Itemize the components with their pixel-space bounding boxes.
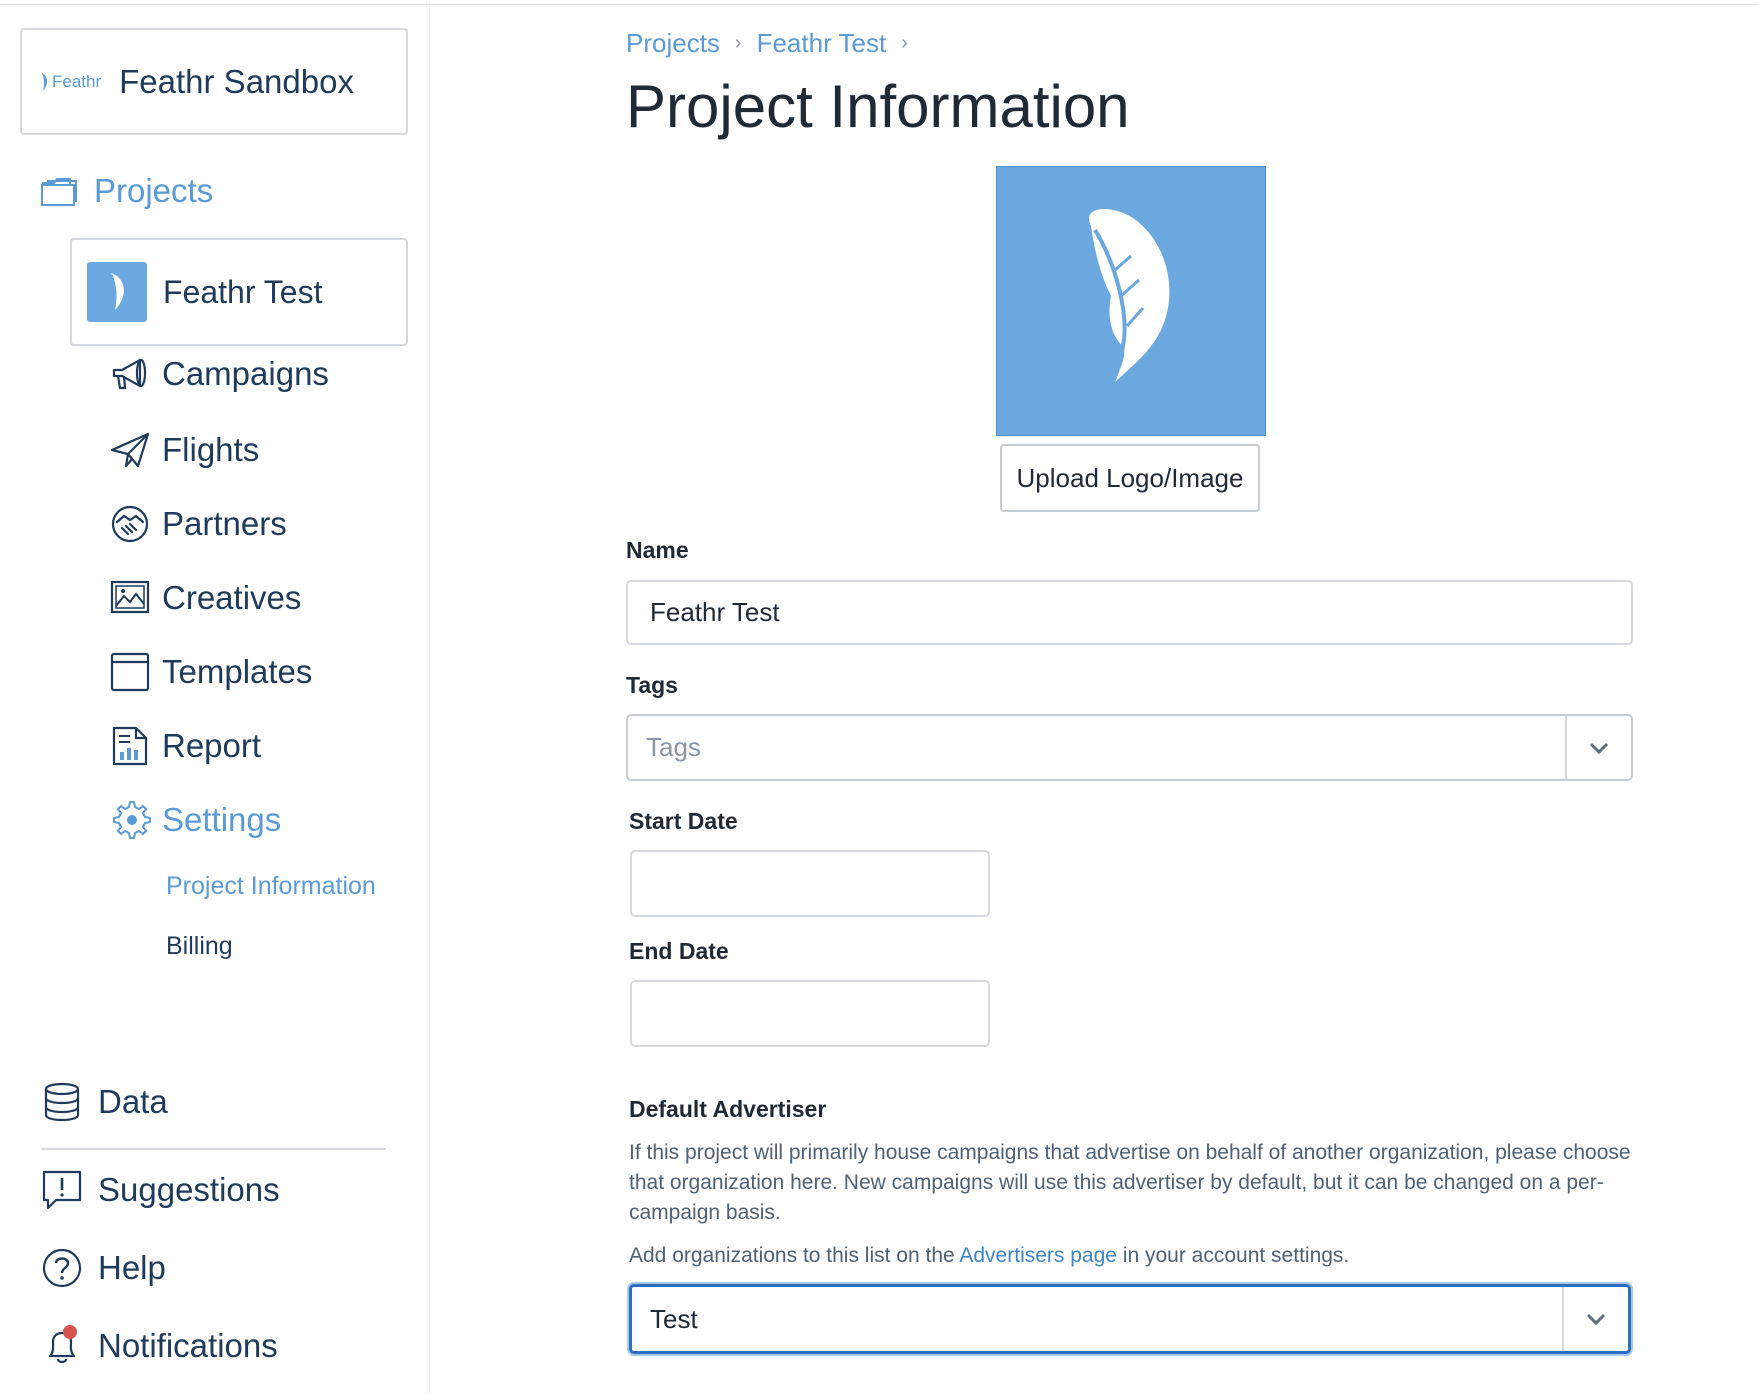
advertiser-dropdown-toggle[interactable]	[1562, 1287, 1628, 1351]
breadcrumb-projects[interactable]: Projects	[626, 28, 720, 59]
feather-logo-icon	[42, 72, 48, 91]
subnav-project-information[interactable]: Project Information	[166, 872, 376, 901]
nav-notifications[interactable]: Notifications	[40, 1324, 278, 1368]
report-chart-icon	[112, 726, 148, 766]
browser-window-icon	[110, 652, 150, 692]
feathr-logo: Feathr	[40, 72, 101, 92]
default-advertiser-select[interactable]: Test	[629, 1284, 1631, 1354]
feather-icon	[111, 273, 124, 312]
nav-campaigns-label: Campaigns	[162, 355, 329, 392]
nav-report-label: Report	[162, 727, 262, 764]
folder-icon	[41, 178, 77, 206]
advertiser-note: Add organizations to this list on the Ad…	[629, 1241, 1639, 1271]
nav-report[interactable]: Report	[108, 724, 261, 768]
nav-help[interactable]: Help	[40, 1246, 166, 1290]
paper-plane-icon	[110, 432, 150, 468]
breadcrumb: Projects › Feathr Test ›	[626, 28, 923, 59]
advertiser-selected-value: Test	[650, 1303, 698, 1334]
advertiser-note-before: Add organizations to this list on the	[629, 1244, 960, 1267]
tags-label: Tags	[626, 672, 678, 698]
breadcrumb-separator-icon: ›	[734, 32, 742, 54]
bell-icon	[48, 1325, 77, 1364]
nav-campaigns[interactable]: Campaigns	[108, 352, 329, 396]
upload-logo-button[interactable]: Upload Logo/Image	[1000, 444, 1260, 512]
project-thumbnail	[87, 262, 147, 322]
nav-suggestions[interactable]: Suggestions	[40, 1168, 280, 1212]
start-date-label: Start Date	[629, 808, 738, 834]
nav-flights[interactable]: Flights	[108, 428, 259, 472]
nav-partners-label: Partners	[162, 505, 287, 542]
sidebar-divider	[42, 1148, 386, 1150]
nav-projects[interactable]: Projects	[40, 172, 213, 210]
nav-templates-label: Templates	[162, 653, 313, 690]
notification-dot	[63, 1325, 77, 1339]
tags-placeholder: Tags	[646, 732, 701, 762]
org-logo-text: Feathr	[52, 71, 102, 91]
page-title: Project Information	[626, 73, 1130, 140]
end-date-input[interactable]	[630, 980, 990, 1047]
nav-templates[interactable]: Templates	[108, 650, 312, 694]
subnav-billing[interactable]: Billing	[166, 932, 233, 961]
default-advertiser-label: Default Advertiser	[629, 1096, 827, 1122]
advertisers-page-link[interactable]: Advertisers page	[959, 1244, 1117, 1267]
breadcrumb-project[interactable]: Feathr Test	[757, 28, 887, 59]
nav-help-label: Help	[98, 1249, 166, 1286]
nav-projects-label: Projects	[94, 172, 214, 209]
database-icon	[44, 1082, 80, 1122]
nav-creatives[interactable]: Creatives	[108, 576, 301, 620]
nav-flights-label: Flights	[162, 431, 260, 468]
feather-icon	[1089, 208, 1170, 387]
name-label: Name	[626, 537, 689, 563]
org-switcher[interactable]: Feathr Feathr Sandbox	[20, 28, 408, 135]
project-logo-image	[996, 166, 1266, 436]
current-project-name: Feathr Test	[163, 273, 323, 310]
image-icon	[110, 580, 150, 614]
sidebar: Feathr Feathr Sandbox Projects Feathr Te…	[0, 0, 430, 1394]
gear-icon	[113, 801, 151, 839]
org-name: Feathr Sandbox	[119, 62, 354, 100]
nav-data[interactable]: Data	[40, 1080, 168, 1124]
tags-dropdown-toggle[interactable]	[1565, 716, 1631, 779]
nav-suggestions-label: Suggestions	[98, 1171, 280, 1208]
nav-data-label: Data	[98, 1083, 168, 1120]
handshake-icon	[111, 505, 149, 543]
current-project-card[interactable]: Feathr Test	[70, 238, 408, 346]
start-date-input[interactable]	[630, 850, 990, 917]
suggestion-bubble-icon	[42, 1170, 82, 1210]
nav-settings[interactable]: Settings	[108, 798, 281, 842]
default-advertiser-help: If this project will primarily house cam…	[629, 1141, 1631, 1224]
nav-settings-label: Settings	[162, 801, 282, 838]
megaphone-icon	[112, 358, 147, 390]
advertiser-note-after: in your account settings.	[1116, 1244, 1350, 1267]
help-question-icon	[42, 1248, 82, 1288]
breadcrumb-separator-icon: ›	[901, 32, 908, 54]
nav-partners[interactable]: Partners	[108, 502, 287, 546]
name-input[interactable]	[626, 580, 1633, 645]
chevron-down-icon	[1589, 742, 1609, 754]
tags-select[interactable]: Tags	[626, 714, 1633, 781]
chevron-down-icon	[1586, 1313, 1606, 1326]
nav-notifications-label: Notifications	[98, 1327, 278, 1364]
end-date-label: End Date	[629, 938, 729, 964]
nav-creatives-label: Creatives	[162, 579, 302, 616]
